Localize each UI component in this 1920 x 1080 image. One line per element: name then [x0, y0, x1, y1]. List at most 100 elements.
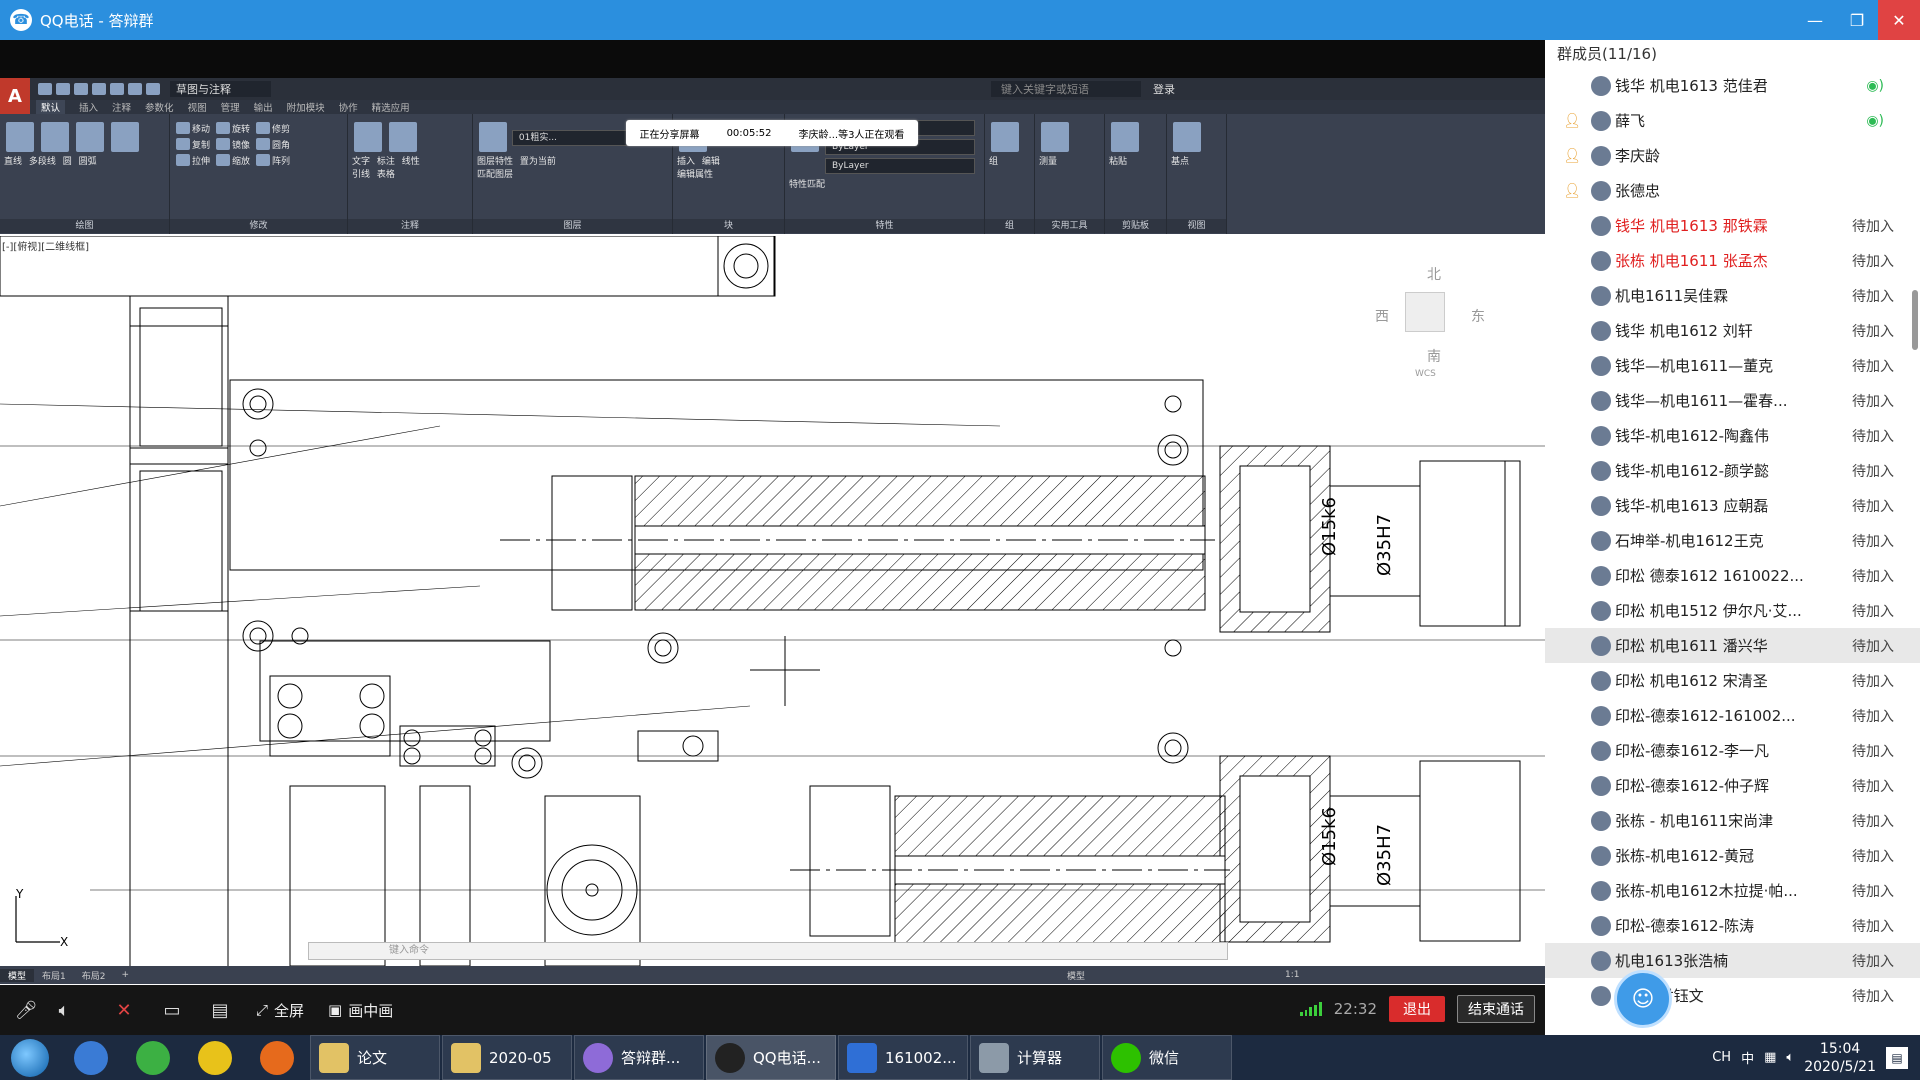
member-row[interactable]: 印松-德泰1612-陈涛 待加入: [1545, 908, 1920, 943]
arc-tool-icon[interactable]: [110, 122, 139, 152]
viewcube-east[interactable]: 东: [1471, 306, 1485, 326]
ime-indicator[interactable]: 中: [1741, 1048, 1754, 1067]
member-row[interactable]: 钱华-机电1612-颜学懿 待加入: [1545, 453, 1920, 488]
leader-label[interactable]: 引线: [352, 167, 370, 180]
member-row[interactable]: 印松-德泰1612-161002... 待加入: [1545, 698, 1920, 733]
member-row[interactable]: 机电1613张浩楠 待加入: [1545, 943, 1920, 978]
text-tool-icon[interactable]: [354, 122, 382, 152]
tab-parametric[interactable]: 参数化: [145, 100, 174, 114]
member-row[interactable]: 印松 机电1612 宋清圣 待加入: [1545, 663, 1920, 698]
taskbar-qq-group[interactable]: 答辩群...: [574, 1035, 704, 1080]
member-row[interactable]: 机电1611吴佳霖 待加入: [1545, 278, 1920, 313]
pinned-app-4[interactable]: [246, 1035, 308, 1080]
rotate-label[interactable]: 旋转: [232, 122, 250, 135]
member-row[interactable]: 张栋-机电1612-黄冠 待加入: [1545, 838, 1920, 873]
panel-modify-name[interactable]: 修改: [170, 219, 347, 233]
workspace-select[interactable]: 草图与注释: [170, 81, 271, 97]
panel-properties-name[interactable]: 特性: [785, 219, 984, 233]
member-row[interactable]: 印松 机电1512 伊尔凡·艾... 待加入: [1545, 593, 1920, 628]
layout-tab-model[interactable]: 模型: [0, 968, 35, 982]
taskbar-calculator[interactable]: 计算器: [970, 1035, 1100, 1080]
tab-collaborate[interactable]: 协作: [339, 100, 358, 114]
member-row[interactable]: 钱华—机电1611—董克 待加入: [1545, 348, 1920, 383]
member-row[interactable]: 钱华 机电1613 那铁霖 待加入: [1545, 208, 1920, 243]
viewcube-north[interactable]: 北: [1427, 264, 1441, 284]
member-row[interactable]: 👤︎ 李庆龄: [1545, 138, 1920, 173]
member-row[interactable]: 张栋-机电1612木拉提·帕... 待加入: [1545, 873, 1920, 908]
panel-groups-name[interactable]: 组: [985, 219, 1034, 233]
system-clock[interactable]: 15:04 2020/5/21: [1804, 1040, 1876, 1076]
tab-addins[interactable]: 附加模块: [287, 100, 325, 114]
panel-block-name[interactable]: 块: [673, 219, 784, 233]
member-row[interactable]: 钱华-机电1613 应朝磊 待加入: [1545, 488, 1920, 523]
member-row[interactable]: 印松-德泰1612-李一凡 待加入: [1545, 733, 1920, 768]
group-icon[interactable]: [991, 122, 1019, 152]
member-row[interactable]: 钱华—机电1611—霍春... 待加入: [1545, 383, 1920, 418]
member-row[interactable]: 👤︎ 薛飞 ◉): [1545, 103, 1920, 138]
undo-icon[interactable]: [128, 83, 142, 95]
copy-label[interactable]: 复制: [192, 138, 210, 151]
member-row[interactable]: 张栋 - 机电1611宋尚津 待加入: [1545, 803, 1920, 838]
microphone-icon[interactable]: 🎤︎: [14, 998, 38, 1022]
member-row[interactable]: 印松 机电1611 潘兴华 待加入: [1545, 628, 1920, 663]
copy-icon[interactable]: [176, 138, 190, 150]
edit-attributes-label[interactable]: 编辑属性: [677, 167, 713, 180]
stretch-label[interactable]: 拉伸: [192, 154, 210, 167]
taskbar-wps-doc[interactable]: 161002...: [838, 1035, 968, 1080]
help-search-input[interactable]: 键入关键字或短语: [991, 81, 1141, 97]
tab-featured-apps[interactable]: 精选应用: [372, 100, 410, 114]
panel-draw-name[interactable]: 绘图: [0, 219, 169, 233]
taskbar-wechat[interactable]: 微信: [1102, 1035, 1232, 1080]
model-space-toggle[interactable]: 模型: [1067, 969, 1085, 982]
cad-drawing-canvas[interactable]: [-][俯视][二维线框] Y X Ø15k6 Ø35H7 Ø15k6 Ø35H…: [0, 236, 1545, 966]
layout-tab-2[interactable]: 布局2: [74, 969, 114, 982]
measure-icon[interactable]: [1041, 122, 1069, 152]
exit-button[interactable]: 退出: [1389, 996, 1445, 1022]
fillet-icon[interactable]: [256, 138, 271, 150]
language-indicator[interactable]: CH: [1712, 1050, 1731, 1065]
new-icon[interactable]: [38, 83, 52, 95]
network-icon[interactable]: ▦: [1764, 1050, 1776, 1065]
member-row[interactable]: 钱华 机电1613 范佳君 ◉): [1545, 68, 1920, 103]
save-icon[interactable]: [74, 83, 88, 95]
panel-layers-name[interactable]: 图层: [473, 219, 672, 233]
circle-tool-icon[interactable]: [75, 122, 104, 152]
speaker-icon[interactable]: 🔈︎: [52, 998, 76, 1022]
camera-off-icon[interactable]: ✕: [112, 998, 136, 1022]
member-row[interactable]: 石坤举-机电1612王克 待加入: [1545, 523, 1920, 558]
pinned-app-2[interactable]: [122, 1035, 184, 1080]
base-point-icon[interactable]: [1173, 122, 1201, 152]
mirror-label[interactable]: 镜像: [232, 138, 250, 151]
saveas-icon[interactable]: [92, 83, 106, 95]
array-label[interactable]: 阵列: [272, 154, 290, 167]
panel-view-name[interactable]: 视图: [1167, 219, 1226, 233]
member-row[interactable]: 印松 德泰1612 1610022... 待加入: [1545, 558, 1920, 593]
scale-icon[interactable]: [216, 154, 231, 166]
trim-label[interactable]: 修剪: [272, 122, 290, 135]
start-button[interactable]: [0, 1035, 60, 1080]
viewcube[interactable]: 北 西 东 南 WCS: [1375, 264, 1485, 379]
mirror-icon[interactable]: [216, 138, 231, 150]
minimize-button[interactable]: —: [1794, 0, 1836, 40]
move-label[interactable]: 移动: [192, 122, 210, 135]
layer-properties-icon[interactable]: [479, 122, 507, 152]
member-row[interactable]: 张栋 机电1611 张孟杰 待加入: [1545, 243, 1920, 278]
array-icon[interactable]: [256, 154, 271, 166]
tab-output[interactable]: 输出: [254, 100, 273, 114]
plot-icon[interactable]: [110, 83, 124, 95]
pinned-app-1[interactable]: [60, 1035, 122, 1080]
fillet-label[interactable]: 圆角: [272, 138, 290, 151]
polyline-tool-icon[interactable]: [40, 122, 69, 152]
add-layout-button[interactable]: +: [113, 970, 137, 980]
pinned-app-3[interactable]: [184, 1035, 246, 1080]
scale-label[interactable]: 缩放: [232, 154, 250, 167]
floating-avatar-bubble[interactable]: ☺: [1614, 970, 1672, 1028]
login-button[interactable]: 登录: [1153, 81, 1175, 97]
tab-annotate[interactable]: 注释: [112, 100, 131, 114]
pip-button[interactable]: ▣ 画中画: [328, 1000, 393, 1021]
trim-icon[interactable]: [256, 122, 271, 134]
table-label[interactable]: 表格: [377, 167, 395, 180]
screen-share-icon[interactable]: ▭: [160, 998, 184, 1022]
edit-block-label[interactable]: 编辑: [702, 154, 720, 167]
share-viewers-text[interactable]: 李庆龄...等3人正在观看: [799, 126, 905, 141]
